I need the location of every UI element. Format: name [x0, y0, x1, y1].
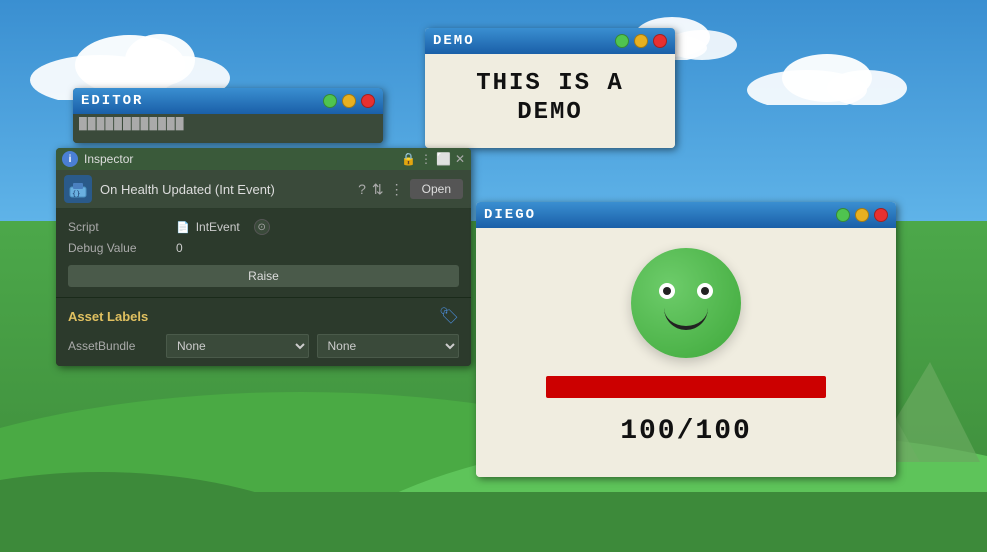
diego-close-btn[interactable]	[874, 208, 888, 222]
demo-body: THIS IS A DEMO	[425, 54, 675, 148]
diego-window-controls	[836, 208, 888, 222]
demo-window: DEMO THIS IS A DEMO	[425, 28, 675, 148]
inspector-title: Inspector	[84, 152, 395, 166]
lock-icon[interactable]: 🔒	[401, 152, 416, 166]
script-row: Script 📄 IntEvent ⊙	[68, 219, 459, 235]
debug-value[interactable]: 0	[176, 241, 183, 255]
editor-titlebar: EDITOR	[73, 88, 383, 114]
debug-value-label: Debug Value	[68, 241, 168, 255]
eye-left	[659, 283, 675, 299]
asset-labels-title: Asset Labels	[68, 309, 148, 324]
asset-labels-header: Asset Labels 🏷	[68, 306, 459, 326]
menu-icon[interactable]: ⋮	[420, 152, 432, 166]
desktop-background: EDITOR ████████████ DEMO THIS IS A DEMO	[0, 0, 987, 552]
close-icon[interactable]: ✕	[455, 152, 465, 166]
character-smile	[664, 308, 708, 330]
asset-bundle-row: AssetBundle None None	[68, 334, 459, 358]
asset-bundle-select-1[interactable]: None	[166, 334, 309, 358]
script-select-button[interactable]: ⊙	[254, 219, 270, 235]
inspector-info-icon: i	[62, 151, 78, 167]
asset-labels-section: Asset Labels 🏷 AssetBundle None None	[56, 297, 471, 366]
editor-maximize-btn[interactable]	[323, 94, 337, 108]
diego-title: DIEGO	[484, 207, 836, 223]
inspector-body: Script 📄 IntEvent ⊙ Debug Value 0 Raise	[56, 209, 471, 297]
expand-icon[interactable]: ⬜	[436, 152, 451, 166]
editor-window-controls	[323, 94, 375, 108]
editor-window: EDITOR ████████████	[73, 88, 383, 143]
asset-bundle-select-2[interactable]: None	[317, 334, 460, 358]
help-icon[interactable]: ?	[358, 181, 366, 197]
diego-body: 100/100	[476, 228, 896, 477]
component-icon: {}	[64, 175, 92, 203]
character-face	[631, 248, 741, 358]
raise-button[interactable]: Raise	[68, 265, 459, 287]
editor-minimize-btn[interactable]	[342, 94, 356, 108]
inspector-window: i Inspector 🔒 ⋮ ⬜ ✕ {} On Health Updated…	[56, 148, 471, 366]
demo-text: THIS IS A DEMO	[445, 70, 655, 128]
demo-window-controls	[615, 34, 667, 48]
file-icon: 📄	[176, 221, 190, 234]
script-label: Script	[68, 220, 168, 234]
inspector-controls[interactable]: 🔒 ⋮ ⬜ ✕	[401, 152, 465, 166]
editor-content: ████████████	[79, 118, 185, 130]
open-button[interactable]: Open	[410, 179, 463, 199]
demo-close-btn[interactable]	[653, 34, 667, 48]
diego-titlebar: DIEGO	[476, 202, 896, 228]
script-value-container: 📄 IntEvent ⊙	[176, 219, 270, 235]
debug-value-row: Debug Value 0	[68, 241, 459, 255]
svg-text:{}: {}	[72, 190, 80, 198]
health-bar	[546, 376, 826, 398]
inspector-titlebar: i Inspector 🔒 ⋮ ⬜ ✕	[56, 148, 471, 170]
component-title: On Health Updated (Int Event)	[100, 182, 350, 197]
demo-minimize-btn[interactable]	[634, 34, 648, 48]
cloud-2	[747, 50, 907, 105]
script-value: IntEvent	[196, 220, 240, 234]
health-display: 100/100	[620, 416, 752, 447]
more-icon[interactable]: ⋮	[390, 181, 404, 198]
eye-right	[697, 283, 713, 299]
editor-title: EDITOR	[81, 93, 323, 109]
tag-icon[interactable]: 🏷	[439, 306, 459, 326]
diego-minimize-btn[interactable]	[855, 208, 869, 222]
sort-icon[interactable]: ⇅	[372, 181, 384, 198]
component-actions: ? ⇅ ⋮ Open	[358, 179, 463, 199]
demo-title: DEMO	[433, 33, 615, 49]
diego-window: DIEGO 100/100	[476, 202, 896, 477]
demo-maximize-btn[interactable]	[615, 34, 629, 48]
editor-close-btn[interactable]	[361, 94, 375, 108]
editor-body: ████████████	[73, 114, 383, 143]
diego-maximize-btn[interactable]	[836, 208, 850, 222]
demo-titlebar: DEMO	[425, 28, 675, 54]
component-header: {} On Health Updated (Int Event) ? ⇅ ⋮ O…	[56, 170, 471, 209]
asset-bundle-label: AssetBundle	[68, 339, 158, 353]
